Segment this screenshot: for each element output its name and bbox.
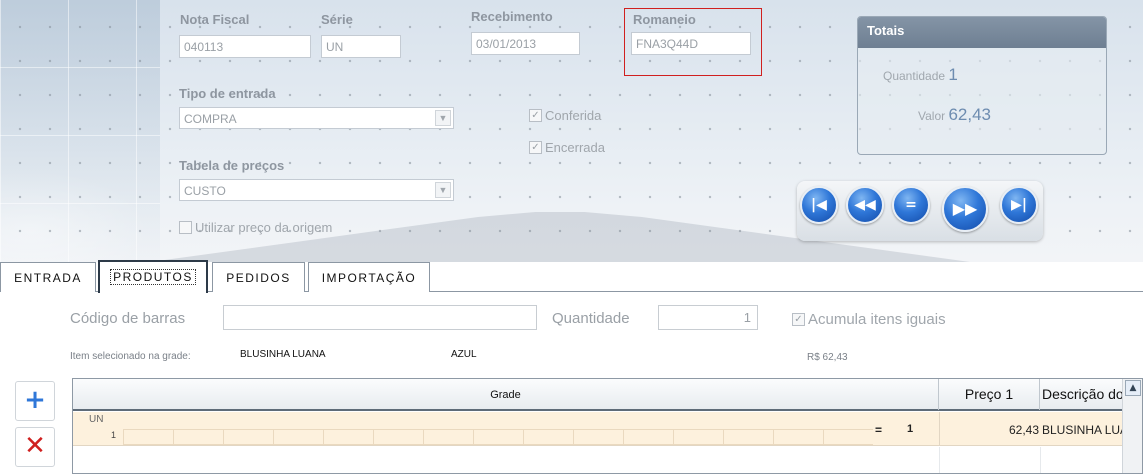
quantidade-field[interactable]: 1 (658, 305, 758, 330)
chevron-down-icon[interactable]: ▼ (435, 110, 451, 126)
tab-entrada-label: ENTRADA (14, 271, 82, 285)
checkbox-icon[interactable] (179, 221, 192, 234)
tipo-entrada-value: COMPRA (184, 112, 237, 126)
tab-produtos-label: PRODUTOS (110, 269, 196, 285)
utilizar-preco-label: Utilizar preço da origem (195, 220, 333, 235)
equals-icon: = (905, 197, 917, 213)
valor-label: Valor (918, 109, 946, 123)
table-row[interactable]: UN 1 = 1 62,43 BLUSINHA LUA (73, 412, 1128, 446)
nota-fiscal-field[interactable]: 040113 (179, 35, 311, 58)
tabela-precos-label: Tabela de preços (179, 158, 285, 173)
conferida-label: Conferida (545, 108, 602, 123)
checkmark-icon[interactable]: ✓ (529, 109, 542, 122)
tipo-entrada-label: Tipo de entrada (179, 86, 276, 101)
encerrada-label: Encerrada (545, 140, 605, 155)
encerrada-checkbox[interactable]: ✓ Encerrada (529, 140, 605, 155)
conferida-checkbox[interactable]: ✓ Conferida (529, 108, 601, 123)
next-icon: ▶▶ (952, 199, 978, 218)
add-item-button[interactable]: + (15, 381, 55, 421)
romaneio-label: Romaneio (633, 12, 696, 27)
codigo-barras-label: Código de barras (70, 310, 186, 327)
tipo-entrada-select[interactable]: COMPRA ▼ (179, 107, 454, 129)
tab-bar: ENTRADA PRODUTOS PEDIDOS IMPORTAÇÃO (0, 260, 1143, 293)
acumula-label: Acumula itens iguais (808, 311, 946, 328)
tab-importacao-label: IMPORTAÇÃO (321, 271, 417, 285)
romaneio-field[interactable]: FNA3Q44D (631, 32, 751, 55)
tab-importacao[interactable]: IMPORTAÇÃO (308, 262, 430, 292)
previous-record-button[interactable]: ◀◀ (846, 186, 884, 224)
record-navigation: |◀ ◀◀ = ▶▶ ▶| (797, 181, 1043, 241)
serie-label: Série (321, 12, 353, 27)
tab-produtos[interactable]: PRODUTOS (98, 260, 208, 293)
grade-size-qty: 1 (111, 430, 117, 440)
grid-vertical-scrollbar[interactable]: ▲ (1122, 379, 1142, 473)
tabela-precos-select[interactable]: CUSTO ▼ (179, 179, 454, 201)
quantidade-label: Quantidade (552, 310, 630, 327)
grade-cells[interactable] (123, 429, 873, 445)
last-record-button[interactable]: ▶| (1000, 186, 1038, 224)
checkmark-icon[interactable]: ✓ (529, 141, 542, 154)
products-grid: Grade Preço 1 Descrição do UN 1 = 1 62,4… (72, 378, 1143, 474)
serie-field[interactable]: UN (321, 35, 401, 58)
plus-icon: + (24, 385, 46, 415)
recebimento-label: Recebimento (471, 9, 553, 24)
recebimento-field[interactable]: 03/01/2013 (471, 32, 580, 55)
row-preco: 62,43 (1008, 423, 1039, 437)
item-cor: AZUL (451, 349, 477, 360)
row-descricao: BLUSINHA LUA (1042, 423, 1129, 437)
acumula-checkbox[interactable]: ✓ Acumula itens iguais (792, 311, 946, 328)
last-icon: ▶| (1011, 197, 1027, 213)
header-panel: Nota Fiscal 040113 Série UN Recebimento … (0, 0, 1143, 262)
remove-item-button[interactable]: ✕ (15, 427, 55, 467)
quantidade-label: Quantidade (883, 69, 946, 83)
first-record-button[interactable]: |◀ (800, 186, 838, 224)
close-icon: ✕ (24, 431, 46, 461)
totais-quantidade: Quantidade 1 (883, 65, 958, 85)
quantidade-value: 1 (948, 65, 958, 84)
tab-pedidos[interactable]: PEDIDOS (212, 262, 305, 292)
totais-panel: Totais Quantidade 1 Valor 62,43 (857, 16, 1107, 155)
first-icon: |◀ (811, 197, 827, 213)
column-header-preco[interactable]: Preço 1 (939, 379, 1040, 410)
valor-value: 62,43 (948, 105, 992, 124)
next-record-button[interactable]: ▶▶ (942, 186, 988, 232)
row-quantity: 1 (907, 423, 914, 435)
item-preco: R$ 62,43 (807, 352, 848, 363)
nota-fiscal-label: Nota Fiscal (180, 12, 250, 27)
equals-button[interactable]: = (892, 186, 930, 224)
totais-title: Totais (858, 17, 1106, 48)
grade-size-label: UN (89, 414, 104, 425)
utilizar-preco-checkbox[interactable]: Utilizar preço da origem (179, 220, 332, 235)
previous-icon: ◀◀ (854, 197, 876, 213)
item-selecionado-label: Item selecionado na grade: (70, 351, 191, 362)
grid-header: Grade Preço 1 Descrição do (73, 379, 1142, 411)
tab-entrada[interactable]: ENTRADA (0, 262, 96, 292)
checkmark-icon[interactable]: ✓ (792, 313, 805, 326)
scroll-up-icon[interactable]: ▲ (1125, 380, 1141, 396)
equals-sign: = (875, 423, 883, 437)
item-nome: BLUSINHA LUANA (240, 349, 326, 360)
tabela-precos-value: CUSTO (184, 184, 226, 198)
chevron-down-icon[interactable]: ▼ (435, 182, 451, 198)
column-header-grade[interactable]: Grade (73, 379, 939, 410)
totais-valor: Valor 62,43 (918, 105, 991, 125)
tab-pedidos-label: PEDIDOS (226, 271, 291, 285)
codigo-barras-field[interactable] (223, 305, 537, 330)
